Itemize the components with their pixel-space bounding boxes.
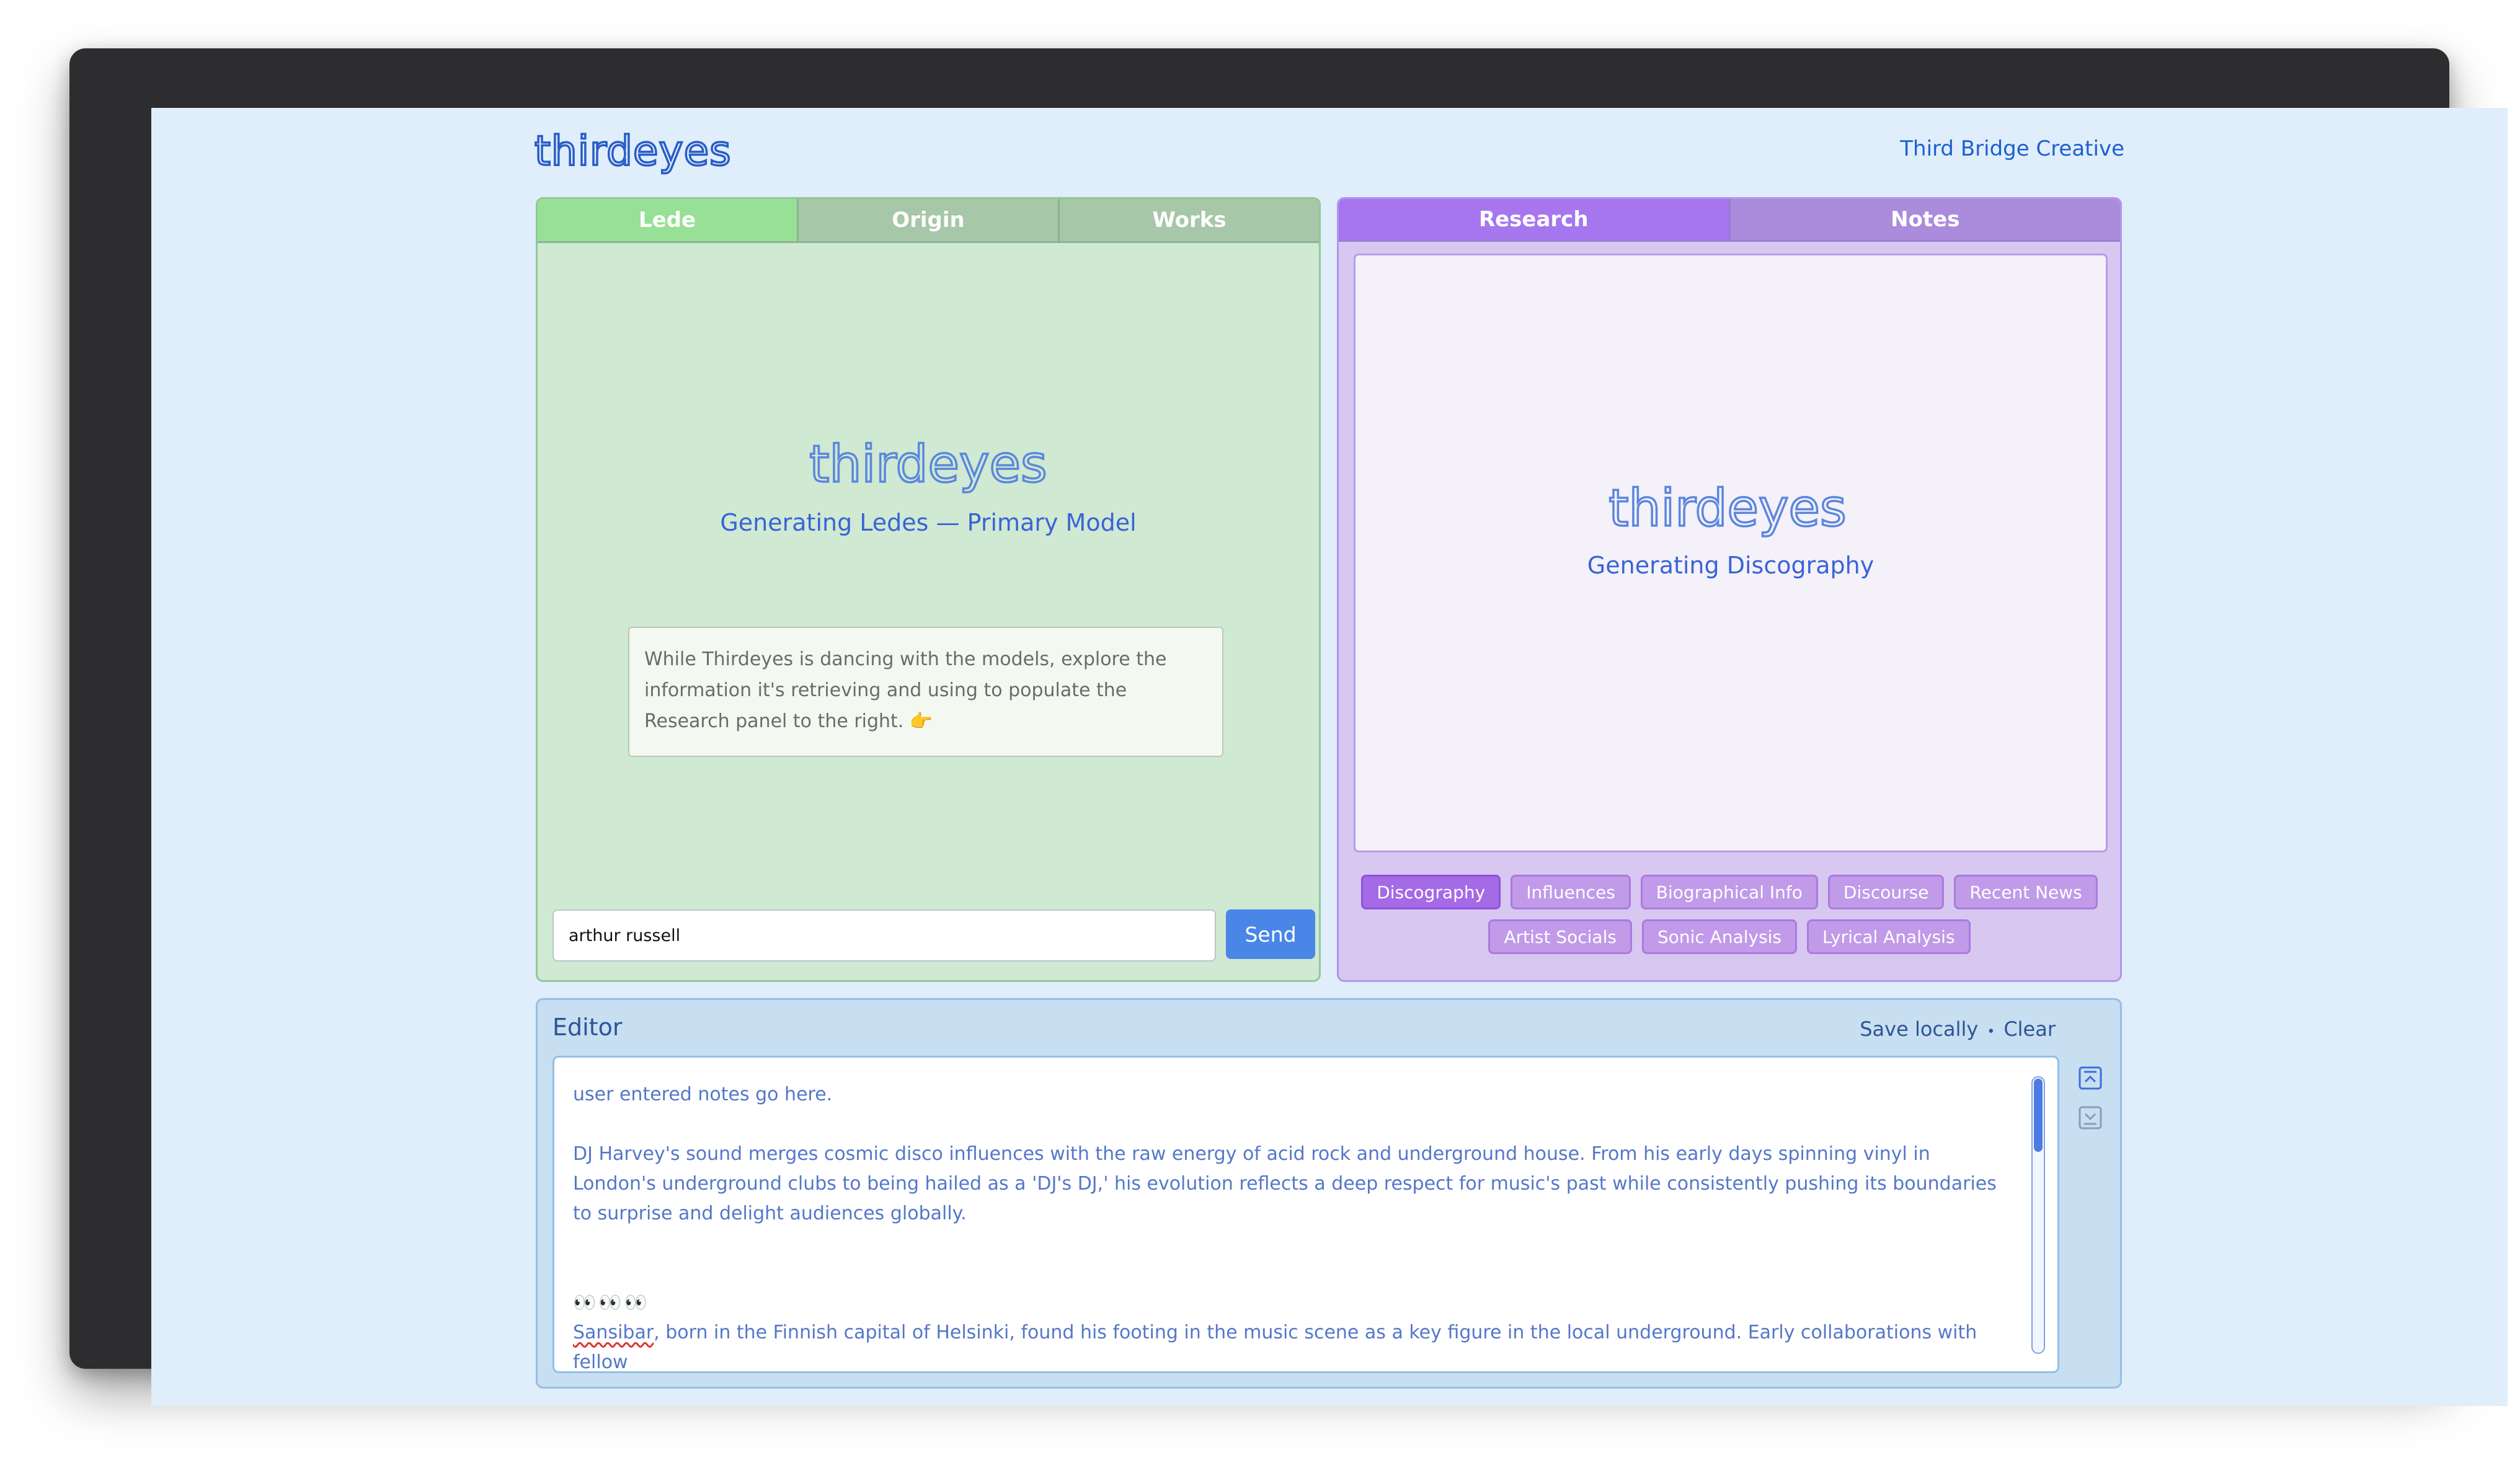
chip-recent-news[interactable]: Recent News [1954,875,2098,909]
chip-row-2: Artist Socials Sonic Analysis Lyrical An… [1339,919,2120,954]
tab-research[interactable]: Research [1339,199,1731,240]
lede-panel: Lede Origin Works thirdeyes Generating L… [536,197,1321,982]
editor-textarea[interactable]: user entered notes go here. DJ Harvey's … [552,1056,2059,1373]
chip-influences[interactable]: Influences [1511,875,1631,909]
brand-logo[interactable]: thirdeyes [533,129,769,179]
editor-actions: Save locally • Clear [1860,1017,2056,1041]
misspelled-word[interactable]: Sansibar [573,1322,654,1343]
third-bridge-link[interactable]: Third Bridge Creative [1900,136,2124,161]
eyes-icon: 👀👀👀 [573,1292,650,1314]
lede-loading-logo: thirdeyes [809,435,1049,495]
save-locally-button[interactable]: Save locally [1860,1017,1978,1041]
info-box: While Thirdeyes is dancing with the mode… [628,627,1223,757]
editor-paragraph-1: DJ Harvey's sound merges cosmic disco in… [573,1143,1997,1224]
chip-biographical-info[interactable]: Biographical Info [1640,875,1818,909]
research-loading-logo: thirdeyes [1608,479,1848,539]
tab-works[interactable]: Works [1060,199,1319,241]
app-screen: thirdeyes Third Bridge Creative Lede Ori… [151,108,2508,1406]
editor-panel: Editor Save locally • Clear user entered n… [536,998,2122,1389]
editor-scroll-thumb[interactable] [2034,1079,2043,1152]
editor-content[interactable]: user entered notes go here. DJ Harvey's … [573,1080,1999,1373]
app-window: thirdeyes Third Bridge Creative Lede Ori… [69,48,2508,1406]
chip-sonic-analysis[interactable]: Sonic Analysis [1641,919,1798,954]
tab-origin[interactable]: Origin [799,199,1060,241]
tab-notes[interactable]: Notes [1730,199,2120,240]
brand-logo-text: thirdeyes [535,129,732,175]
action-separator: • [1987,1024,1995,1040]
editor-paragraph-2: Sansibar, born in the Finnish capital of… [573,1318,1999,1373]
research-logo-text: thirdeyes [1608,479,1846,538]
chip-discourse[interactable]: Discourse [1827,875,1945,909]
research-chips: Discography Influences Biographical Info… [1339,875,2120,964]
chip-lyrical-analysis[interactable]: Lyrical Analysis [1807,919,1971,954]
editor-scrollbar[interactable] [2031,1076,2045,1354]
send-button[interactable]: Send [1226,909,1315,959]
lede-tabs: Lede Origin Works [538,199,1319,243]
research-panel: Research Notes thirdeyes Generating Disc… [1337,197,2122,982]
chip-artist-socials[interactable]: Artist Socials [1488,919,1632,954]
lede-status: Generating Ledes — Primary Model [720,509,1137,536]
artist-search-input[interactable] [552,909,1216,961]
info-text: While Thirdeyes is dancing with the mode… [644,648,1167,732]
collapse-down-icon[interactable] [2078,1105,2103,1130]
editor-paragraph-2-rest: , born in the Finnish capital of Helsink… [573,1322,1977,1373]
research-tabs: Research Notes [1339,199,2120,242]
clear-button[interactable]: Clear [2003,1017,2056,1041]
expand-up-icon[interactable] [2078,1066,2103,1090]
editor-line-placeholder: user entered notes go here. [573,1084,833,1105]
research-status: Generating Discography [1587,552,1874,579]
chip-discography[interactable]: Discography [1361,875,1501,909]
tab-lede[interactable]: Lede [538,199,799,241]
chip-row-1: Discography Influences Biographical Info… [1339,875,2120,909]
editor-title: Editor [552,1014,623,1041]
research-content: thirdeyes Generating Discography [1354,254,2108,852]
lede-logo-text: thirdeyes [809,435,1047,494]
